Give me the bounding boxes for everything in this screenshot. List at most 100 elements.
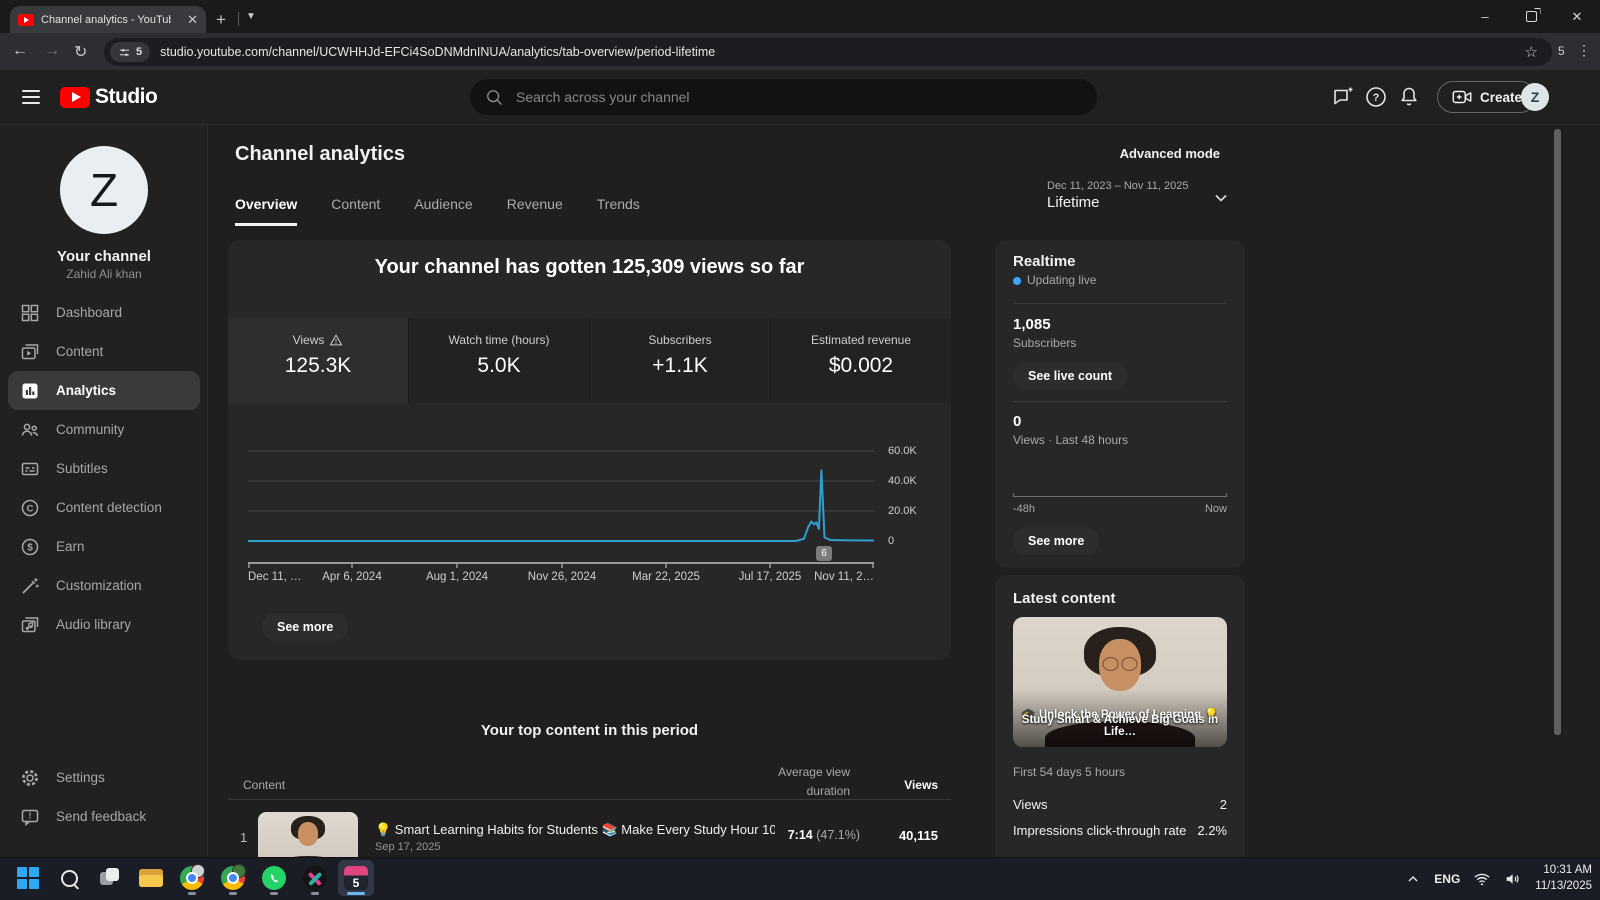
- realtime-sparkline-axis: [1013, 493, 1227, 497]
- sidebar-item-label: Customization: [56, 578, 142, 593]
- sidebar-item-customization[interactable]: Customization: [0, 566, 208, 605]
- latest-video-thumbnail[interactable]: 🎓 Unlock the Power of Learning 💡 Study S…: [1013, 617, 1227, 747]
- task-view-icon: [100, 868, 120, 888]
- tray-chevron-up-icon[interactable]: [1405, 871, 1421, 887]
- channel-avatar[interactable]: Z: [60, 146, 148, 234]
- tab-overview[interactable]: Overview: [235, 196, 298, 226]
- realtime-see-more-button[interactable]: See more: [1013, 527, 1100, 555]
- realtime-card: [995, 240, 1245, 568]
- row-rank: 1: [240, 830, 248, 845]
- tab-trends[interactable]: Trends: [597, 196, 640, 226]
- latest-stat-views-label: Views: [1013, 797, 1048, 812]
- start-button[interactable]: [10, 860, 46, 896]
- community-icon: [21, 423, 38, 436]
- content-detection-icon: C: [21, 499, 39, 516]
- column-header-content[interactable]: Content: [243, 778, 285, 792]
- advanced-mode-link[interactable]: Advanced mode: [1080, 146, 1220, 161]
- studio-logo[interactable]: Studio: [60, 85, 158, 109]
- site-settings-chip[interactable]: 5: [110, 42, 151, 62]
- sidebar-item-community[interactable]: Community: [0, 410, 208, 449]
- sidebar-item-label: Community: [56, 422, 125, 437]
- bookmark-star-icon[interactable]: ☆: [1525, 43, 1538, 61]
- y-tick-60k: 60.0K: [888, 445, 917, 457]
- tab-revenue[interactable]: Revenue: [507, 196, 563, 226]
- tab-list-chevron-icon[interactable]: ▼: [246, 11, 256, 22]
- tab-content[interactable]: Content: [331, 196, 380, 226]
- metric-card-subscribers[interactable]: Subscribers +1.1K: [590, 318, 771, 403]
- svg-text:C: C: [27, 503, 34, 514]
- chrome-profile2-button[interactable]: [215, 860, 251, 896]
- notifications-bell-icon[interactable]: [1397, 85, 1421, 109]
- column-header-avg-view-duration[interactable]: Average view duration: [758, 763, 850, 800]
- hamburger-menu-icon[interactable]: [22, 90, 40, 104]
- url-text: studio.youtube.com/channel/UCWHHJd-EFCi4…: [160, 45, 716, 59]
- views-line-chart[interactable]: [248, 440, 874, 572]
- realtime-subscribers-label: Subscribers: [1013, 336, 1077, 350]
- forward-button[interactable]: →: [44, 42, 60, 60]
- sidebar-item-analytics[interactable]: Analytics: [8, 371, 200, 410]
- video-title[interactable]: 💡 Smart Learning Habits for Students 📚 M…: [375, 822, 775, 838]
- sidebar-item-content-detection[interactable]: C Content detection: [0, 488, 208, 527]
- screen: Channel analytics - YouTube Stu ✕ + ▼ – …: [0, 0, 1600, 900]
- reload-button[interactable]: ↻: [74, 42, 87, 62]
- send-feedback-icon[interactable]: [1331, 85, 1355, 109]
- earn-icon: $: [21, 538, 39, 555]
- wifi-icon[interactable]: [1473, 870, 1491, 888]
- account-avatar[interactable]: Z: [1521, 83, 1549, 111]
- period-selector[interactable]: Lifetime: [1047, 194, 1100, 211]
- sidebar-item-send-feedback[interactable]: ! Send feedback: [0, 797, 208, 836]
- see-more-button[interactable]: See more: [262, 613, 349, 641]
- metric-card-views[interactable]: Views 125.3K: [228, 318, 409, 403]
- x-app-button[interactable]: [297, 860, 333, 896]
- metric-label: Estimated revenue: [810, 333, 912, 347]
- browser-menu-icon[interactable]: ⋮: [1577, 42, 1591, 59]
- browser-tab[interactable]: Channel analytics - YouTube Stu ✕: [10, 6, 206, 33]
- file-explorer-button[interactable]: [133, 860, 169, 896]
- back-button[interactable]: ←: [12, 42, 28, 60]
- task-view-button[interactable]: [92, 860, 128, 896]
- metric-card-estimated-revenue[interactable]: Estimated revenue $0.002: [771, 318, 951, 403]
- active-window-button[interactable]: 5: [338, 860, 374, 896]
- extensions-badge[interactable]: 5: [1558, 44, 1565, 58]
- x-tick-0: Dec 11, …: [248, 571, 302, 583]
- close-button[interactable]: ✕: [1554, 0, 1600, 33]
- feedback-bubble-icon: !: [21, 809, 39, 826]
- tray-time: 10:31 AM: [1543, 863, 1592, 876]
- metric-card-watch-time[interactable]: Watch time (hours) 5.0K: [409, 318, 590, 403]
- sidebar-item-audio-library[interactable]: Audio library: [0, 605, 208, 644]
- page-scrollbar[interactable]: [1554, 129, 1561, 735]
- chevron-down-icon[interactable]: [1211, 188, 1231, 208]
- column-header-views[interactable]: Views: [880, 778, 938, 792]
- minimize-button[interactable]: –: [1462, 0, 1508, 33]
- language-indicator[interactable]: ENG: [1434, 872, 1460, 886]
- chrome-profile1-button[interactable]: [174, 860, 210, 896]
- taskbar-clock[interactable]: 10:31 AM 11/13/2025: [1535, 863, 1592, 894]
- your-channel-label: Your channel: [57, 248, 151, 265]
- new-tab-button[interactable]: +: [216, 10, 226, 30]
- svg-text:?: ?: [1373, 92, 1380, 104]
- see-live-count-button[interactable]: See live count: [1013, 362, 1128, 390]
- y-tick-0: 0: [888, 535, 895, 547]
- chart-event-marker[interactable]: 6: [816, 546, 832, 561]
- channel-search[interactable]: [470, 79, 1097, 115]
- restore-button[interactable]: [1508, 0, 1554, 33]
- address-bar[interactable]: 5 studio.youtube.com/channel/UCWHHJd-EFC…: [104, 38, 1552, 66]
- volume-icon[interactable]: [1504, 870, 1522, 888]
- tab-close-icon[interactable]: ✕: [187, 13, 198, 26]
- sidebar-item-content[interactable]: Content: [0, 332, 208, 371]
- row-views: 40,115: [898, 828, 938, 843]
- sidebar-item-label: Audio library: [56, 617, 132, 632]
- taskbar-search-button[interactable]: [51, 860, 87, 896]
- sidebar-item-dashboard[interactable]: Dashboard: [0, 293, 208, 332]
- sidebar-item-settings[interactable]: Settings: [0, 758, 208, 797]
- avd-percent: (47.1%): [816, 828, 860, 842]
- analytics-tabs: Overview Content Audience Revenue Trends: [235, 196, 640, 226]
- content-icon: [21, 343, 39, 359]
- sidebar-item-earn[interactable]: $ Earn: [0, 527, 208, 566]
- search-input[interactable]: [514, 88, 1018, 106]
- whatsapp-button[interactable]: [256, 860, 292, 896]
- help-icon[interactable]: ?: [1364, 85, 1388, 109]
- tab-audience[interactable]: Audience: [414, 196, 472, 226]
- sidebar-item-subtitles[interactable]: Subtitles: [0, 449, 208, 488]
- customization-icon: [22, 577, 39, 594]
